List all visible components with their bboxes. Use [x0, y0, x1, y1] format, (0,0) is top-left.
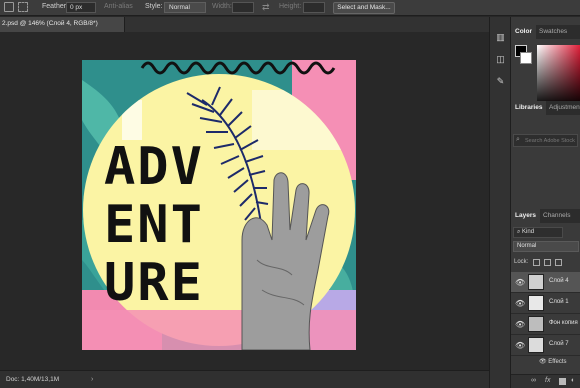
tab-channels[interactable]: Channels: [539, 209, 574, 223]
layer-row[interactable]: 👁 Слой 1: [511, 293, 580, 314]
libraries-panel-tabs: Libraries Adjustments: [511, 101, 580, 115]
layer-name: Слой 7: [549, 341, 569, 347]
history-icon[interactable]: ▥: [494, 31, 507, 44]
right-panels: Color Swatches Libraries Adjustments ⌕ S…: [511, 17, 580, 388]
search-icon: ⌕: [516, 136, 520, 143]
lock-position-icon[interactable]: [555, 259, 562, 266]
feather-label: Feather:: [42, 3, 69, 10]
layer-name: Слой 4: [549, 278, 569, 284]
library-search-input[interactable]: ⌕ Search Adobe Stock: [513, 134, 578, 147]
layers-panel-tabs: Layers Channels: [511, 209, 580, 223]
status-menu-arrow-icon[interactable]: ›: [91, 376, 93, 383]
antialias-label[interactable]: Anti-alias: [104, 3, 133, 10]
library-search-placeholder: Search Adobe Stock: [525, 138, 575, 144]
height-label: Height:: [279, 3, 302, 10]
layer-thumbnail: [528, 316, 544, 332]
add-mask-icon[interactable]: [559, 378, 566, 385]
panel-icon-column: ▥ ◫ ✎: [489, 17, 511, 388]
doc-size-readout: Doc: 1,40M/13,1M: [6, 376, 60, 383]
background-color-swatch[interactable]: [520, 52, 532, 64]
style-label: Style:: [145, 3, 163, 10]
color-picker-field[interactable]: [537, 45, 580, 107]
layer-thumbnail: [528, 274, 544, 290]
properties-icon[interactable]: ◫: [494, 53, 507, 66]
tab-strip: [125, 17, 489, 32]
layer-row[interactable]: 👁 Слой 4: [511, 272, 580, 293]
layers-footer: ∞ fx ◐: [511, 374, 580, 388]
artwork-word-line1: ADV: [104, 137, 204, 197]
style-select[interactable]: Normal: [164, 2, 206, 13]
layer-name: Фон копия: [549, 320, 578, 326]
tab-swatches[interactable]: Swatches: [535, 25, 571, 39]
artwork-word-line2: ENT: [104, 195, 204, 255]
effects-label: 👁 Effects: [539, 358, 567, 365]
layer-name: Слой 1: [549, 299, 569, 305]
layer-filter-value: Kind: [522, 229, 535, 235]
artwork-word-line3: URE: [104, 253, 204, 313]
tab-layers[interactable]: Layers: [511, 209, 540, 223]
layer-thumbnail: [528, 337, 544, 353]
height-input[interactable]: [303, 2, 325, 13]
feather-input[interactable]: 0 px: [66, 2, 96, 13]
brush-settings-icon[interactable]: ✎: [494, 75, 507, 88]
swap-icon[interactable]: ⇄: [262, 2, 270, 13]
effects-text: Effects: [548, 359, 567, 365]
tab-adjustments[interactable]: Adjustments: [545, 101, 580, 115]
artwork-canvas[interactable]: ADV ENT URE: [82, 60, 356, 350]
select-and-mask-button[interactable]: Select and Mask...: [333, 2, 395, 14]
layer-thumbnail: [528, 295, 544, 311]
layer-filter-select[interactable]: ⌕ Kind: [513, 227, 563, 238]
fx-icon[interactable]: fx: [545, 377, 550, 384]
adjustment-layer-icon[interactable]: ◐: [571, 377, 575, 384]
eye-icon[interactable]: 👁: [515, 278, 525, 287]
effects-eye-icon[interactable]: 👁: [539, 359, 548, 365]
lock-pixels-icon[interactable]: [544, 259, 551, 266]
link-layers-icon[interactable]: ∞: [531, 377, 536, 384]
new-selection-icon[interactable]: [4, 2, 14, 12]
lock-transparent-icon[interactable]: [533, 259, 540, 266]
options-bar: Feather: 0 px Anti-alias Style: Normal W…: [0, 0, 580, 16]
layer-row[interactable]: 👁 Слой 7: [511, 335, 580, 356]
eye-icon[interactable]: 👁: [515, 341, 525, 350]
width-label: Width:: [212, 3, 232, 10]
add-selection-icon[interactable]: [18, 2, 28, 12]
width-input[interactable]: [232, 2, 254, 13]
lock-label: Lock:: [514, 259, 529, 265]
layer-row[interactable]: 👁 Фон копия: [511, 314, 580, 335]
status-bar: Doc: 1,40M/13,1M ›: [0, 370, 489, 388]
eye-icon[interactable]: 👁: [515, 320, 525, 329]
color-panel-tabs: Color Swatches: [511, 25, 580, 39]
blend-mode-select[interactable]: Normal: [513, 241, 579, 252]
tab-color[interactable]: Color: [511, 25, 536, 39]
document-tab[interactable]: 2.psd @ 146% (Слой 4, RGB/8*): [0, 17, 125, 32]
tab-libraries[interactable]: Libraries: [511, 101, 547, 115]
eye-icon[interactable]: 👁: [515, 299, 525, 308]
